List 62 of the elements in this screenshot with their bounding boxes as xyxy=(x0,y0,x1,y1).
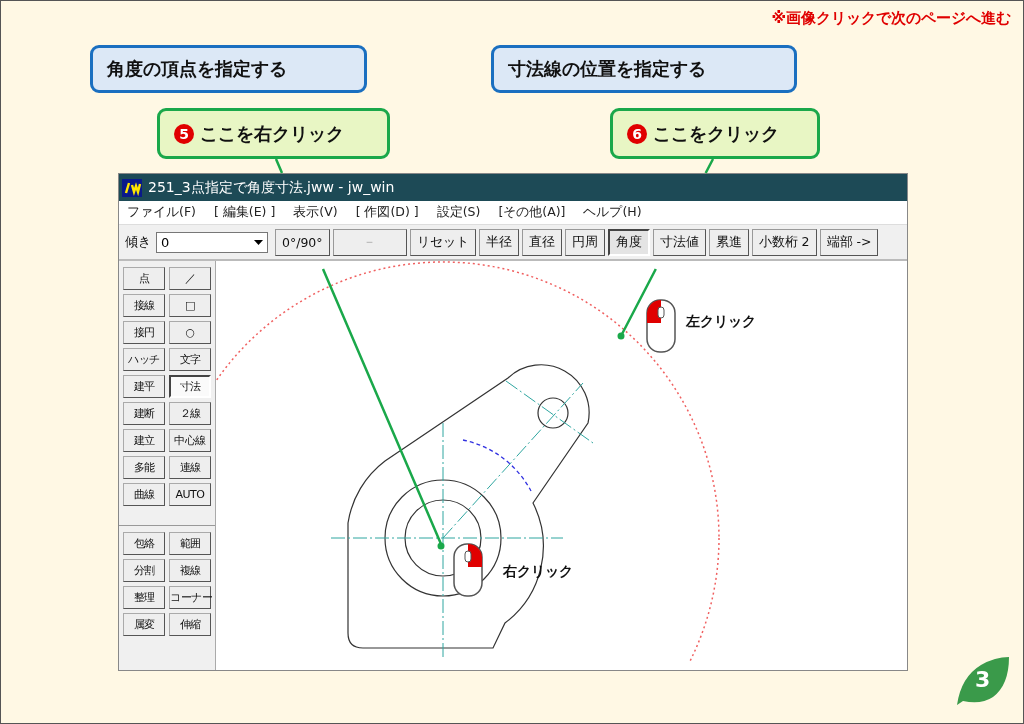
tool-button[interactable]: 建平 xyxy=(123,375,165,398)
tool-button[interactable]: 整理 xyxy=(123,586,165,609)
toolbar-button[interactable]: 小数桁 2 xyxy=(751,228,817,256)
menu-item[interactable]: [ 作図(D) ] xyxy=(355,204,419,221)
window-title: 251_3点指定で角度寸法.jww - jw_win xyxy=(148,178,395,197)
tool-button[interactable]: 接線 xyxy=(123,294,165,317)
tool-button[interactable]: 寸法 xyxy=(169,375,211,398)
angle-arc xyxy=(462,439,532,492)
app-logo-icon xyxy=(122,178,142,197)
toolbar-button[interactable]: 寸法値 xyxy=(652,228,706,256)
tool-button[interactable]: 包絡 xyxy=(123,532,165,555)
tool-button[interactable]: 建立 xyxy=(123,429,165,452)
tool-button[interactable]: コーナー xyxy=(169,586,211,609)
position-dot xyxy=(617,332,625,340)
tool-button[interactable]: 伸縮 xyxy=(169,613,211,636)
toolbar-button[interactable]: リセット xyxy=(409,228,476,256)
tool-button[interactable]: 連線 xyxy=(169,456,211,479)
tool-button[interactable]: ／ xyxy=(169,267,211,290)
caret-icon xyxy=(254,239,263,245)
menu-item[interactable]: 設定(S) xyxy=(436,204,481,221)
tool-button[interactable]: ハッチ xyxy=(123,348,165,371)
tool-button[interactable]: 建断 xyxy=(123,402,165,425)
step-text: ここをクリック xyxy=(653,121,779,146)
tool-button[interactable]: 中心線 xyxy=(169,429,211,452)
toolbar-button[interactable]: 角度 xyxy=(607,228,650,256)
tool-button[interactable]: ２線 xyxy=(169,402,211,425)
tool-button[interactable]: 点 xyxy=(123,267,165,290)
menu-item[interactable]: ファイル(F) xyxy=(127,204,196,221)
toolbar-button[interactable]: 端部 -> xyxy=(819,228,879,256)
tilt-label: 傾き xyxy=(125,233,151,251)
menu-item[interactable]: 表示(V) xyxy=(293,204,338,221)
instruction-label: 角度の頂点を指定する xyxy=(90,45,367,93)
instruction-label: 寸法線の位置を指定する xyxy=(491,45,797,93)
tool-button[interactable]: 文字 xyxy=(169,348,211,371)
tool-button[interactable]: ○ xyxy=(169,321,211,344)
tool-button[interactable]: 複線 xyxy=(169,559,211,582)
toolbar-button[interactable]: 累進 xyxy=(708,228,749,256)
tool-button[interactable]: 範囲 xyxy=(169,532,211,555)
tool-button[interactable]: 分割 xyxy=(123,559,165,582)
notice-text: ※画像クリックで次のページへ進む xyxy=(771,9,1011,28)
tool-button[interactable]: 接円 xyxy=(123,321,165,344)
step-number: 6 xyxy=(627,123,647,144)
menu-item[interactable]: ヘルプ(H) xyxy=(583,204,642,221)
page-number: 3 xyxy=(975,667,991,692)
step-number: 5 xyxy=(174,123,194,144)
toolbar-button[interactable]: 円周 xyxy=(564,228,605,256)
step-text: ここを右クリック xyxy=(200,121,344,146)
tilt-dropdown[interactable]: 0 xyxy=(156,231,268,253)
tool-button[interactable]: AUTO xyxy=(169,483,211,506)
toolbar-button[interactable]: 半径 xyxy=(478,228,519,256)
tool-button[interactable]: □ xyxy=(169,294,211,317)
tool-button[interactable]: 多能 xyxy=(123,456,165,479)
mouse-icon xyxy=(646,299,676,353)
menu-item[interactable]: [ 編集(E) ] xyxy=(213,204,276,221)
toolbar-button[interactable]: 直径 xyxy=(521,228,562,256)
tool-button[interactable]: 曲線 xyxy=(123,483,165,506)
menu-item[interactable]: [その他(A)] xyxy=(498,204,566,221)
mouse-icon xyxy=(453,543,483,597)
click-label: 左クリック xyxy=(686,313,756,331)
vertex-dot xyxy=(437,542,445,550)
tool-button[interactable]: 属変 xyxy=(123,613,165,636)
toolbar-button[interactable]: 0°/90° xyxy=(275,228,330,256)
